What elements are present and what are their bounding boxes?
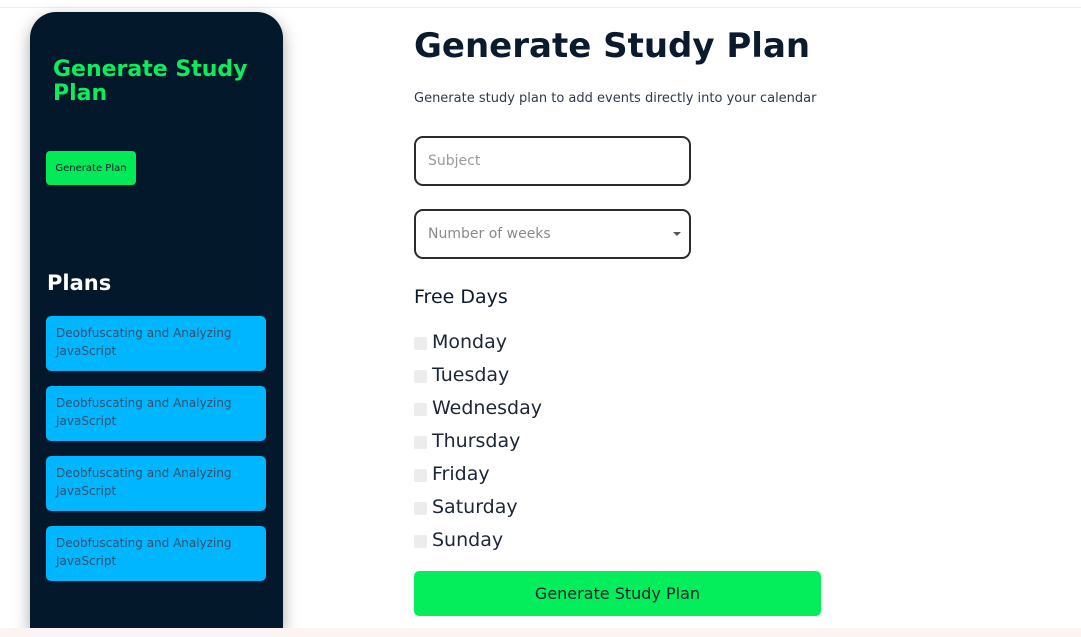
weeks-select[interactable]: Number of weeks [414,209,691,259]
checkbox-saturday[interactable] [414,502,427,515]
chevron-down-icon [673,232,681,236]
day-label: Wednesday [432,396,543,419]
weeks-select-placeholder: Number of weeks [428,226,551,242]
sidebar: Generate Study Plan Generate Plan Plans … [30,12,283,628]
page-subtitle: Generate study plan to add events direct… [414,91,817,106]
checkbox-monday[interactable] [414,337,427,350]
page-title: Generate Study Plan [414,26,811,66]
plan-item[interactable]: Deobfuscating and Analyzing JavaScript [46,526,266,581]
subject-input[interactable] [414,136,691,186]
plan-item[interactable]: Deobfuscating and Analyzing JavaScript [46,386,266,441]
day-saturday[interactable]: Saturday [414,490,542,523]
checkbox-tuesday[interactable] [414,370,427,383]
day-monday[interactable]: Monday [414,325,542,358]
sidebar-title: Generate Study Plan [53,57,248,106]
top-divider [0,7,1081,8]
bottom-band [0,628,1081,637]
checkbox-sunday[interactable] [414,535,427,548]
generate-study-plan-button[interactable]: Generate Study Plan [414,571,821,616]
checkbox-friday[interactable] [414,469,427,482]
page: Generate Study Plan Generate Plan Plans … [0,0,1081,637]
generate-plan-button[interactable]: Generate Plan [46,151,136,185]
checkbox-thursday[interactable] [414,436,427,449]
day-label: Tuesday [432,363,510,386]
plan-item[interactable]: Deobfuscating and Analyzing JavaScript [46,456,266,511]
day-wednesday[interactable]: Wednesday [414,391,542,424]
checkbox-wednesday[interactable] [414,403,427,416]
day-sunday[interactable]: Sunday [414,523,542,556]
day-label: Sunday [432,528,504,551]
day-thursday[interactable]: Thursday [414,424,542,457]
plan-item[interactable]: Deobfuscating and Analyzing JavaScript [46,316,266,371]
day-friday[interactable]: Friday [414,457,542,490]
day-label: Friday [432,462,490,485]
plan-list: Deobfuscating and Analyzing JavaScript D… [46,316,266,596]
plans-heading: Plans [47,271,112,295]
day-label: Saturday [432,495,518,518]
day-tuesday[interactable]: Tuesday [414,358,542,391]
day-label: Monday [432,330,508,353]
free-days-list: Monday Tuesday Wednesday Thursday Friday… [414,325,542,556]
day-label: Thursday [432,429,521,452]
free-days-heading: Free Days [414,286,508,308]
